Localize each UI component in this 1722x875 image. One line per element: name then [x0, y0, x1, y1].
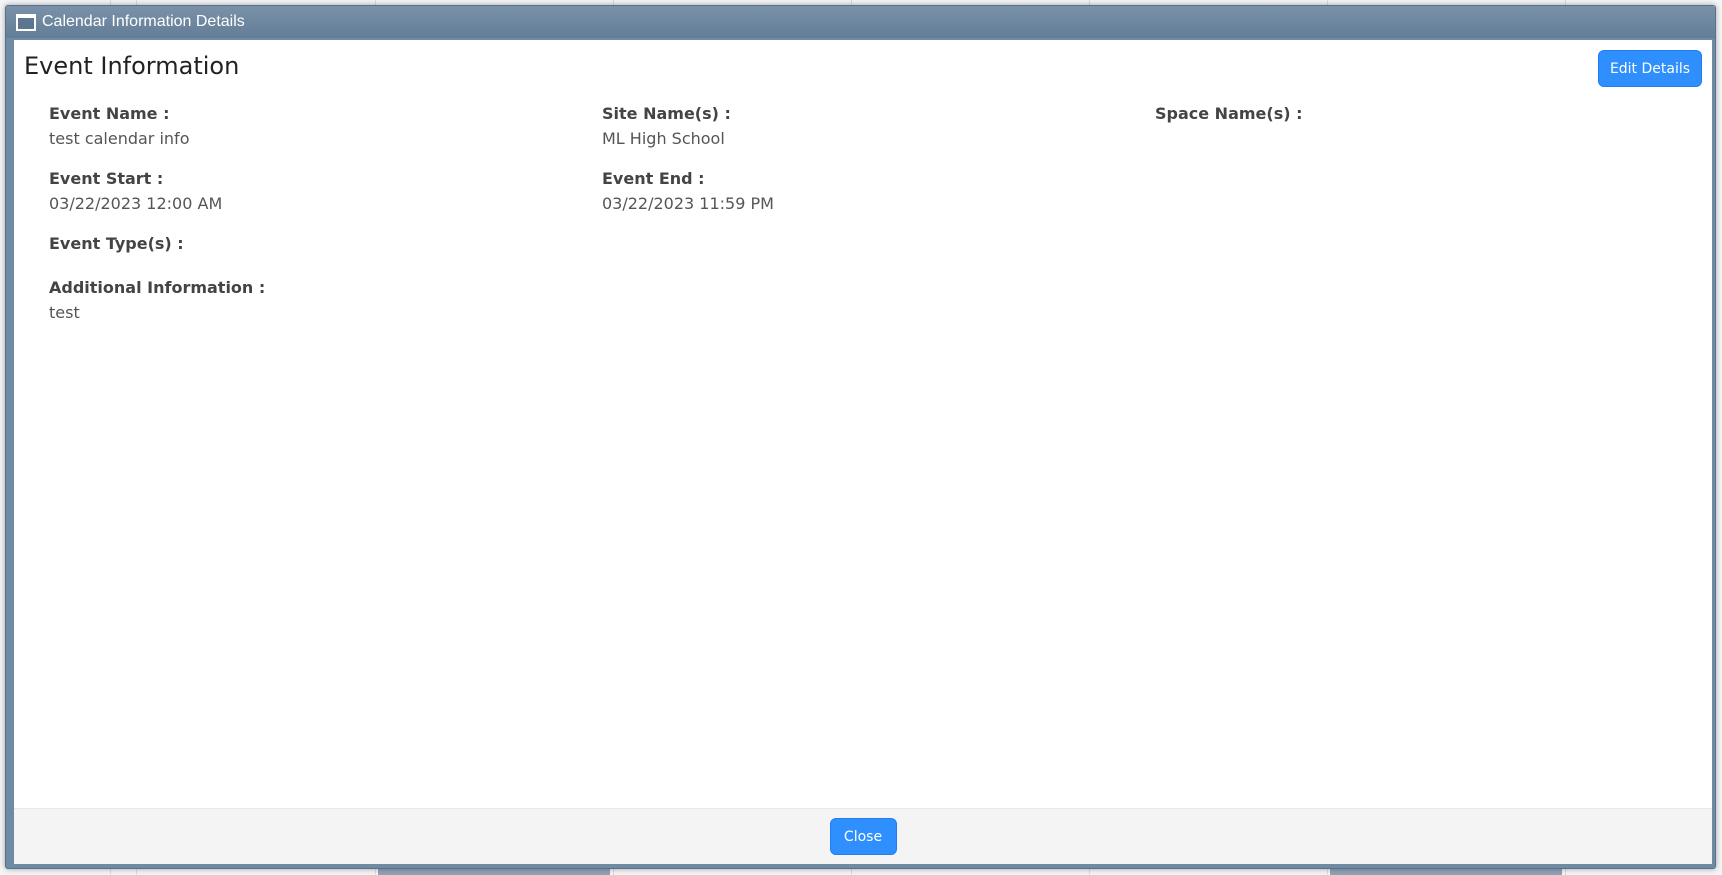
modal-titlebar[interactable]: Calendar Information Details [6, 6, 1715, 38]
field-value: 03/22/2023 11:59 PM [602, 194, 774, 213]
field-value: test [49, 303, 80, 322]
field-label: Event Type(s) : [49, 234, 184, 253]
close-button[interactable]: Close [829, 818, 897, 855]
modal-footer: Close [14, 808, 1712, 864]
section-title: Event Information [24, 52, 240, 80]
field-event-name: Event Name : test calendar info [49, 104, 189, 148]
field-label: Site Name(s) : [602, 104, 731, 123]
field-label: Space Name(s) : [1155, 104, 1303, 123]
field-event-start: Event Start : 03/22/2023 12:00 AM [49, 169, 222, 213]
field-value: ML High School [602, 129, 725, 148]
field-label: Event Name : [49, 104, 170, 123]
calendar-details-modal: Calendar Information Details Event Infor… [5, 5, 1716, 869]
modal-body: Event Information Edit Details Event Nam… [14, 40, 1712, 808]
field-site-names: Site Name(s) : ML High School [602, 104, 731, 148]
window-icon [16, 13, 36, 31]
field-additional-information: Additional Information : test [49, 278, 265, 322]
field-event-types: Event Type(s) : [49, 234, 184, 259]
field-label: Event End : [602, 169, 705, 188]
edit-details-button[interactable]: Edit Details [1598, 50, 1702, 87]
modal-title: Calendar Information Details [42, 13, 245, 30]
field-event-end: Event End : 03/22/2023 11:59 PM [602, 169, 774, 213]
field-label: Event Start : [49, 169, 164, 188]
field-label: Additional Information : [49, 278, 266, 297]
field-value: 03/22/2023 12:00 AM [49, 194, 223, 213]
field-value: test calendar info [49, 129, 190, 148]
field-space-names: Space Name(s) : [1155, 104, 1303, 129]
